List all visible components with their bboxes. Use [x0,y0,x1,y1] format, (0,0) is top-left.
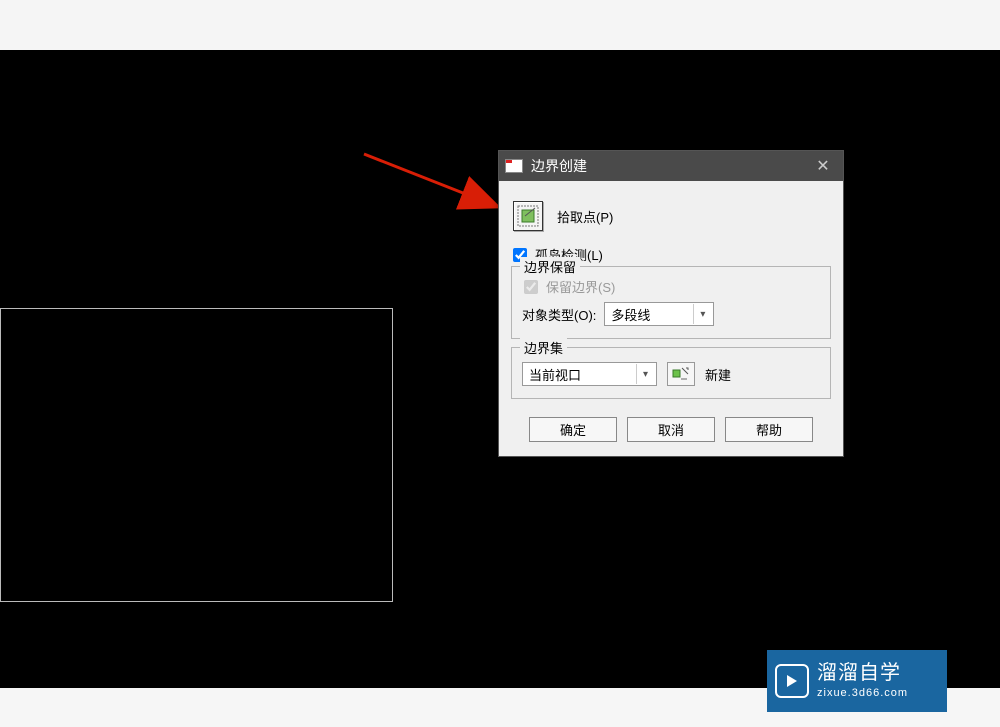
new-set-icon [672,366,690,382]
cancel-label: 取消 [658,420,684,439]
boundary-set-dropdown[interactable]: 当前视口 ▾ [522,362,657,386]
boundary-set-group: 边界集 当前视口 ▾ 新建 [511,347,831,399]
dialog-body: 拾取点(P) 孤岛检测(L) 边界保留 保留边界(S) 对象类型(O): 多段线… [499,181,843,456]
keep-boundary-checkbox [524,280,538,294]
chevron-down-icon: ▾ [636,364,654,384]
boundary-set-legend: 边界集 [520,338,567,357]
object-type-label: 对象类型(O): [522,305,596,324]
help-button[interactable]: 帮助 [725,417,813,442]
help-label: 帮助 [756,420,782,439]
ok-button[interactable]: 确定 [529,417,617,442]
boundary-retention-legend: 边界保留 [520,257,580,276]
watermark: 溜溜自学 zixue.3d66.com [767,650,947,712]
cancel-button[interactable]: 取消 [627,417,715,442]
ok-label: 确定 [560,420,586,439]
close-button[interactable]: ✕ [803,151,843,181]
chevron-down-icon: ▾ [693,304,711,324]
keep-boundary-label: 保留边界(S) [546,277,615,296]
object-type-dropdown[interactable]: 多段线 ▾ [604,302,714,326]
dialog-title: 边界创建 [531,156,587,176]
boundary-retention-group: 边界保留 保留边界(S) 对象类型(O): 多段线 ▾ [511,266,831,339]
boundary-creation-dialog: 边界创建 ✕ 拾取点(P) 孤岛检测(L) 边界保留 保留边界(S) [498,150,844,457]
new-boundary-set-button[interactable] [667,362,695,386]
pick-points-icon [517,205,539,227]
boundary-set-value: 当前视口 [529,365,581,384]
play-icon [775,664,809,698]
pick-points-button[interactable] [513,201,543,231]
new-boundary-set-label: 新建 [705,365,731,384]
watermark-brand: 溜溜自学 [817,662,908,684]
close-icon: ✕ [816,156,829,176]
object-type-value: 多段线 [611,305,650,324]
dialog-titlebar[interactable]: 边界创建 ✕ [499,151,843,181]
pick-points-label: 拾取点(P) [557,207,613,226]
watermark-site: zixue.3d66.com [817,687,908,699]
app-icon [505,159,523,173]
polyline-rectangle [0,308,393,602]
